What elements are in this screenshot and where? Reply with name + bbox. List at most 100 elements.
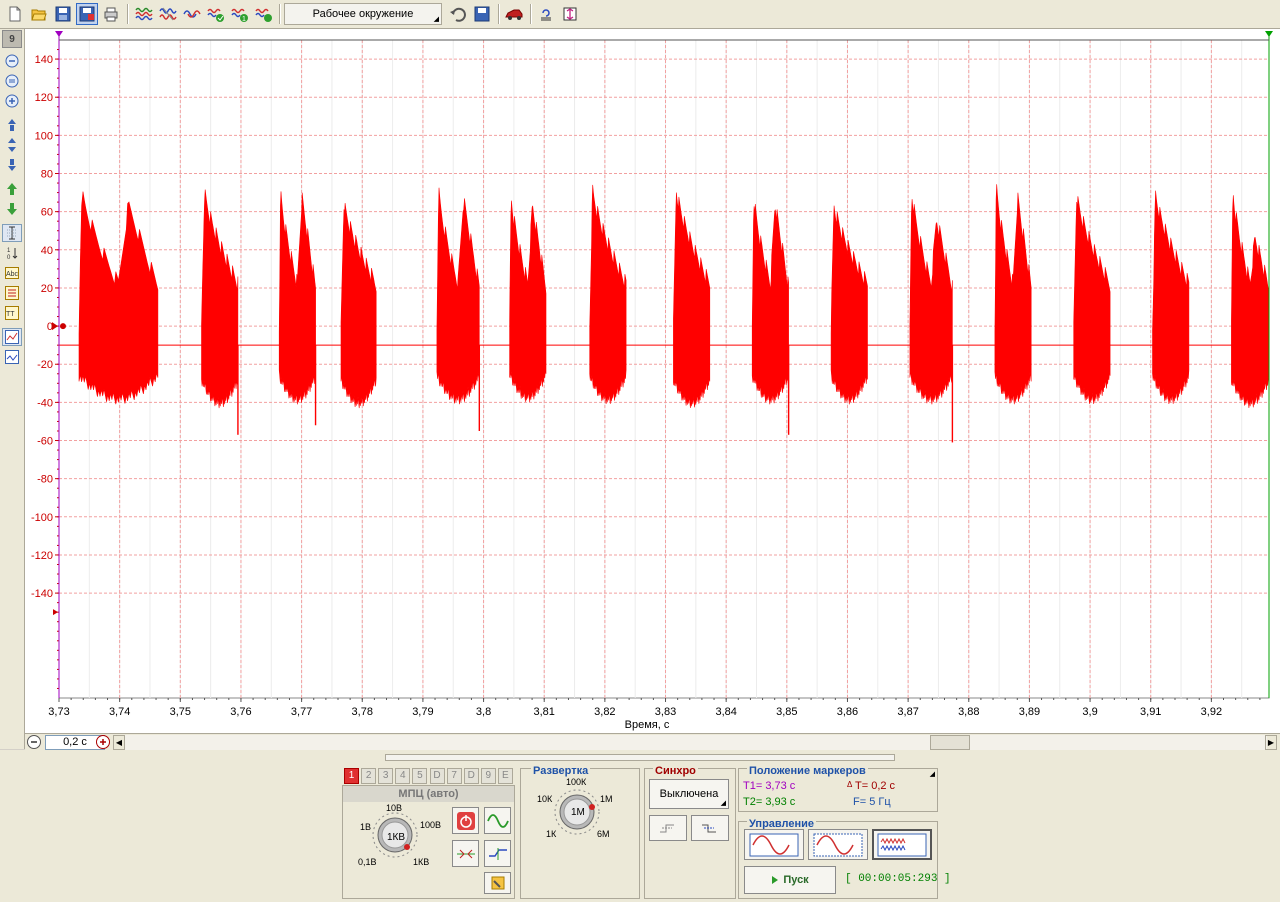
sweep-title: Развертка xyxy=(531,765,591,777)
channel-tab-9[interactable]: 9 xyxy=(480,768,496,784)
ac-coupling-button[interactable] xyxy=(484,807,511,834)
zoom-reset-icon[interactable] xyxy=(2,72,22,90)
fit-screen-icon[interactable] xyxy=(559,3,581,25)
shift-down-icon[interactable] xyxy=(2,156,22,174)
move-up-icon[interactable] xyxy=(2,180,22,198)
marker-text-icon[interactable]: TT xyxy=(2,304,22,322)
edge-icon xyxy=(488,847,507,860)
waveform-check-icon[interactable] xyxy=(205,3,227,25)
channel-tab-10[interactable]: E xyxy=(497,768,513,784)
channel-number-button[interactable]: 9 xyxy=(2,30,22,48)
horizontal-scrollbar[interactable] xyxy=(125,735,1267,750)
channel-tab-2[interactable]: 2 xyxy=(361,768,377,784)
sine-wave-icon xyxy=(486,813,509,828)
sort-numbers-icon[interactable]: 10 xyxy=(2,244,22,262)
channel-tab-6[interactable]: D xyxy=(429,768,445,784)
zoom-out-icon[interactable] xyxy=(2,52,22,70)
signal-burst xyxy=(673,192,711,409)
single-shot-mode-button[interactable] xyxy=(744,829,804,860)
signal-burst xyxy=(751,203,789,405)
channel-tab-5[interactable]: 5 xyxy=(412,768,428,784)
probe-icon xyxy=(491,876,504,890)
print-icon[interactable] xyxy=(100,3,122,25)
scroll-left-button[interactable]: ◀ xyxy=(113,735,125,750)
channel-power-button[interactable] xyxy=(452,807,479,834)
power-icon xyxy=(456,811,475,830)
shift-up-icon[interactable] xyxy=(2,116,22,134)
scroll-right-button[interactable]: ▶ xyxy=(1265,735,1277,750)
trigger-edge-button[interactable] xyxy=(484,840,511,867)
voltage-knob-value: 1КВ xyxy=(387,832,406,843)
signal-burst xyxy=(1073,196,1111,405)
environment-dropdown[interactable]: Рабочее окружение ◢ xyxy=(284,3,442,25)
panel-splitter[interactable] xyxy=(385,754,895,761)
x-tick-label: 3,74 xyxy=(109,706,130,718)
voltage-label-1kv: 1КВ xyxy=(413,857,430,867)
x-tick-label: 3,81 xyxy=(534,706,555,718)
invert-button[interactable] xyxy=(452,840,479,867)
channel-tab-7[interactable]: 7 xyxy=(446,768,462,784)
waveform-view-icon[interactable] xyxy=(133,3,155,25)
undo-icon[interactable] xyxy=(447,3,469,25)
recorder-mode-button[interactable] xyxy=(872,829,932,860)
oscillogram-plot[interactable]: 140 120 100 80 60 40 20 0 -20 -40 -60 -80 -100 -120 -1… xyxy=(25,29,1280,734)
scale-decrease-button[interactable] xyxy=(27,735,41,749)
vertical-cursor-icon[interactable] xyxy=(2,224,22,242)
spectrum-mode-icon[interactable] xyxy=(2,348,22,366)
channel-tab-1[interactable]: 1 xyxy=(344,768,359,784)
y-axis: 140120100806040200-20-40-60-80-100-120-1… xyxy=(31,49,59,689)
waveform-number-icon[interactable]: 1 xyxy=(229,3,251,25)
zero-level-icon xyxy=(52,322,58,331)
y-tick-label: 20 xyxy=(41,283,53,295)
waveform-compare-icon[interactable] xyxy=(157,3,179,25)
y-tick-label: 60 xyxy=(41,207,53,219)
x-tick-label: 3,77 xyxy=(291,706,312,718)
car-icon[interactable] xyxy=(503,3,525,25)
x-tick-label: 3,89 xyxy=(1019,706,1040,718)
move-down-icon[interactable] xyxy=(2,200,22,218)
svg-text:1: 1 xyxy=(7,248,11,254)
refresh-icon[interactable] xyxy=(535,3,557,25)
x-tick-label: 3,73 xyxy=(48,706,69,718)
channel-tab-3[interactable]: 3 xyxy=(378,768,394,784)
new-file-icon[interactable] xyxy=(4,3,26,25)
panel-menu-arrow-icon[interactable]: ◢ xyxy=(930,770,935,778)
waveform-math-icon[interactable] xyxy=(181,3,203,25)
sync-title: Синхро xyxy=(653,765,698,777)
scrollbar-thumb[interactable] xyxy=(930,735,970,750)
start-button[interactable]: Пуск xyxy=(744,866,836,894)
y-tick-label: -60 xyxy=(37,436,53,448)
probe-button[interactable] xyxy=(484,872,511,894)
trigger-falling-button[interactable] xyxy=(691,815,729,841)
trigger-rising-button[interactable] xyxy=(649,815,687,841)
sync-mode-dropdown[interactable]: Выключена ◢ xyxy=(649,779,729,809)
x-tick-label: 3,83 xyxy=(655,706,676,718)
chart-mode-icon[interactable] xyxy=(2,328,22,346)
lower-limit-icon xyxy=(53,609,58,616)
save-as-icon[interactable] xyxy=(76,3,98,25)
x-tick-label: 3,82 xyxy=(594,706,615,718)
text-label-icon[interactable]: Abc xyxy=(2,264,22,282)
elapsed-timer: [ 00:00:05:293 ] xyxy=(845,873,951,885)
delta-icon: Δ xyxy=(847,780,853,789)
continuous-mode-button[interactable] xyxy=(808,829,868,860)
environment-label: Рабочее окружение xyxy=(312,8,414,20)
recorder-mode-icon xyxy=(877,833,927,856)
open-folder-icon[interactable] xyxy=(28,3,50,25)
x-axis: 3,73 3,74 3,75 3,76 3,77 3,78 3,79 3,8 3,81 3,82 3… xyxy=(48,698,1261,718)
signal-burst xyxy=(589,184,627,405)
waveform-settings-icon[interactable] xyxy=(253,3,275,25)
center-vertical-icon[interactable] xyxy=(2,136,22,154)
save-icon[interactable] xyxy=(52,3,74,25)
zoom-in-icon[interactable] xyxy=(2,92,22,110)
x-tick-label: 3,79 xyxy=(412,706,433,718)
channel-number: 9 xyxy=(9,33,15,45)
channel-tab-8[interactable]: D xyxy=(463,768,479,784)
save-environment-icon[interactable] xyxy=(471,3,493,25)
value-table-icon[interactable] xyxy=(2,284,22,302)
y-tick-label: 80 xyxy=(41,169,53,181)
scale-increase-button[interactable] xyxy=(96,735,110,749)
x-tick-label: 3,75 xyxy=(170,706,191,718)
signal-burst xyxy=(436,187,480,405)
channel-tab-4[interactable]: 4 xyxy=(395,768,411,784)
